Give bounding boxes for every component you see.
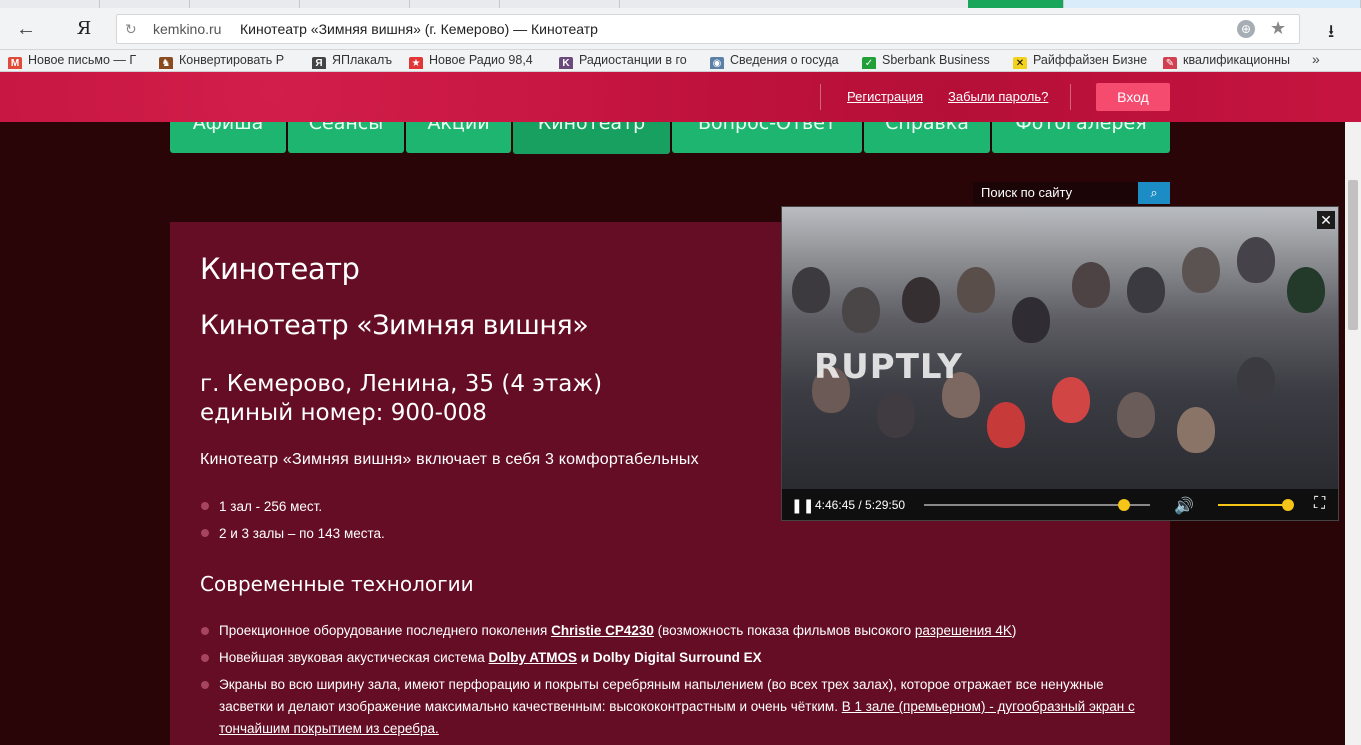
list-item: Экраны во всю ширину зала, имеют перфора… <box>200 674 1150 740</box>
bookmark-radiostations[interactable]: K Радиостанции в го <box>559 53 694 69</box>
cinema-contacts: г. Кемерово, Ленина, 35 (4 этаж) единый … <box>200 370 602 428</box>
yaplakal-icon: Я <box>312 57 326 69</box>
volume-slider-handle[interactable] <box>1282 499 1294 511</box>
download-icon[interactable]: ⭳ <box>1328 19 1334 49</box>
volume-slider-fill <box>1218 504 1288 506</box>
bookmark-sberbank[interactable]: ✓ Sberbank Business <box>862 53 992 69</box>
back-arrow-icon[interactable]: ← <box>14 17 38 41</box>
tech-heading: Современные технологии <box>200 572 474 596</box>
fullscreen-icon[interactable]: ⛶ <box>1314 495 1325 513</box>
address-bar[interactable]: ↻ kemkino.ru Кинотеатр «Зимняя вишня» (г… <box>116 14 1300 44</box>
cinema-name: Кинотеатр «Зимняя вишня» <box>200 310 589 341</box>
browser-tabstrip <box>0 0 1361 8</box>
cinema-phone: единый номер: 900-008 <box>200 400 487 426</box>
header-divider <box>1070 84 1071 110</box>
christie-link[interactable]: Christie CP4230 <box>551 623 654 638</box>
bookmark-radio[interactable]: ★ Новое Радио 98,4 <box>409 53 544 69</box>
page-title: Кинотеатр <box>200 252 360 286</box>
bookmark-mail[interactable]: M Новое письмо — Г <box>8 53 143 69</box>
browser-tab[interactable] <box>620 0 970 8</box>
video-frame[interactable]: RUPTLY <box>782 207 1338 489</box>
bookmark-gov[interactable]: ◉ Сведения о госуда <box>710 53 845 69</box>
header-divider <box>820 84 821 110</box>
resolution-4k-link[interactable]: разрешения 4K <box>915 623 1012 638</box>
seek-bar-handle[interactable] <box>1118 499 1130 511</box>
browser-tab-active[interactable] <box>968 0 1064 8</box>
nav-item-kinoteatr[interactable]: Кинотеатр <box>513 122 670 154</box>
page-scrollbar[interactable] <box>1345 122 1361 745</box>
nav-item-faq[interactable]: Вопрос-Ответ <box>672 122 862 153</box>
list-item: Новейшая звуковая акустическая система D… <box>200 647 1150 669</box>
site-search: Поиск по сайту ⌕ <box>973 182 1170 204</box>
list-item: 1 зал - 256 мест. <box>200 493 385 520</box>
browser-tab[interactable] <box>190 0 300 8</box>
volume-icon[interactable]: 🔊 <box>1174 496 1194 516</box>
volume-slider[interactable] <box>1218 504 1288 506</box>
cinema-address: г. Кемерово, Ленина, 35 (4 этаж) <box>200 371 603 397</box>
browser-toolbar: ← Я ↻ kemkino.ru Кинотеатр «Зимняя вишня… <box>0 8 1361 50</box>
gov-icon: ◉ <box>710 57 724 69</box>
browser-tab[interactable] <box>1064 0 1361 8</box>
qualification-icon: ✎ <box>1163 57 1177 69</box>
seek-bar[interactable] <box>924 504 1150 506</box>
login-button[interactable]: Вход <box>1096 83 1170 111</box>
seek-bar-fill <box>924 504 1124 506</box>
bookmark-convert[interactable]: ♞ Конвертировать Р <box>159 53 294 69</box>
dolby-atmos-link[interactable]: Dolby ATMOS <box>489 650 578 665</box>
nav-item-afisha[interactable]: Афиша <box>170 122 286 153</box>
bookmarks-more-icon[interactable]: » <box>1312 51 1320 67</box>
browser-tab[interactable] <box>100 0 190 8</box>
video-player[interactable]: RUPTLY ✕ ❚❚ 4:46:45 / 5:29:50 🔊 ⛶ <box>781 206 1339 521</box>
bookmark-raiffeisen[interactable]: ✕ Райффайзен Бизне <box>1013 53 1148 69</box>
reload-icon[interactable]: ↻ <box>125 21 137 38</box>
nav-item-akcii[interactable]: Акции <box>406 122 511 153</box>
video-controls: ❚❚ 4:46:45 / 5:29:50 🔊 ⛶ <box>782 489 1338 520</box>
bookmark-yaplakal[interactable]: Я ЯПлакалъ <box>312 53 402 69</box>
radio-icon: K <box>559 57 573 69</box>
tech-list: Проекционное оборудование последнего пок… <box>200 620 1150 745</box>
page-scrollbar-thumb[interactable] <box>1348 180 1358 330</box>
browser-tab[interactable] <box>300 0 410 8</box>
nav-item-photogallery[interactable]: Фотогалерея <box>992 122 1170 153</box>
nav-item-spravka[interactable]: Справка <box>864 122 990 153</box>
browser-tab[interactable] <box>500 0 620 8</box>
browser-tab[interactable] <box>410 0 500 8</box>
video-watermark: RUPTLY <box>814 347 963 387</box>
address-page-title: Кинотеатр «Зимняя вишня» (г. Кемерово) —… <box>240 21 598 37</box>
raiffeisen-icon: ✕ <box>1013 57 1027 69</box>
globe-icon[interactable]: ⊕ <box>1237 20 1255 38</box>
bookmarks-bar: M Новое письмо — Г ♞ Конвертировать Р Я ЯПл… <box>0 50 1361 72</box>
convert-icon: ♞ <box>159 57 173 69</box>
list-item: 2 и 3 залы – по 143 места. <box>200 520 385 547</box>
cinema-intro: Кинотеатр «Зимняя вишня» включает в себя… <box>200 451 699 468</box>
close-icon[interactable]: ✕ <box>1317 211 1335 229</box>
register-link[interactable]: Регистрация <box>847 89 923 104</box>
pause-icon[interactable]: ❚❚ <box>791 497 814 514</box>
address-host: kemkino.ru <box>153 21 222 37</box>
list-item: Проекционное оборудование последнего пок… <box>200 620 1150 642</box>
yandex-logo-icon[interactable]: Я <box>72 17 96 41</box>
forgot-password-link[interactable]: Забыли пароль? <box>948 89 1048 104</box>
video-time: 4:46:45 / 5:29:50 <box>815 498 906 512</box>
star-icon[interactable]: ★ <box>1270 18 1286 39</box>
site-header: Регистрация Забыли пароль? Вход <box>0 72 1361 122</box>
nav-item-seansy[interactable]: Сеансы <box>288 122 404 153</box>
browser-tab[interactable] <box>0 0 100 8</box>
mail-icon: M <box>8 57 22 69</box>
search-input[interactable]: Поиск по сайту <box>973 182 1138 204</box>
sberbank-icon: ✓ <box>862 57 876 69</box>
radio-star-icon: ★ <box>409 57 423 69</box>
search-icon[interactable]: ⌕ <box>1138 182 1170 204</box>
bookmark-qualification[interactable]: ✎ квалификационны <box>1163 53 1298 69</box>
halls-list: 1 зал - 256 мест. 2 и 3 залы – по 143 ме… <box>200 493 385 547</box>
